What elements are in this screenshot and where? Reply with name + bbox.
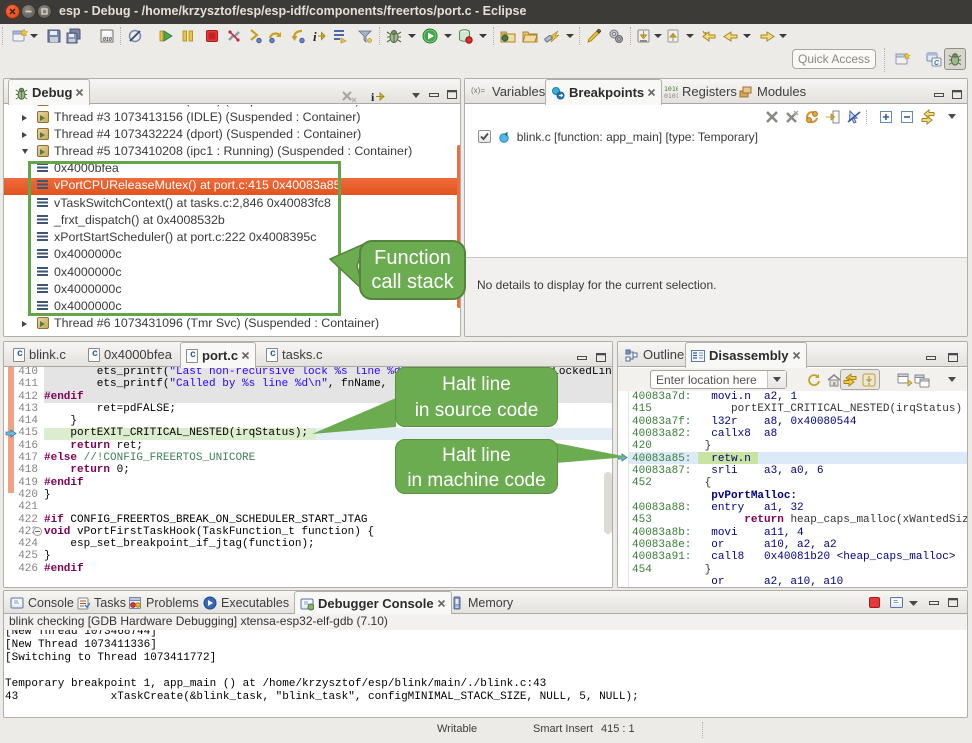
- svg-text:i: i: [313, 29, 317, 44]
- svg-text:0101: 0101: [664, 92, 678, 99]
- svg-text:i: i: [371, 90, 375, 104]
- svg-text:(x)=: (x)=: [471, 86, 485, 95]
- svg-text:010: 010: [103, 37, 112, 43]
